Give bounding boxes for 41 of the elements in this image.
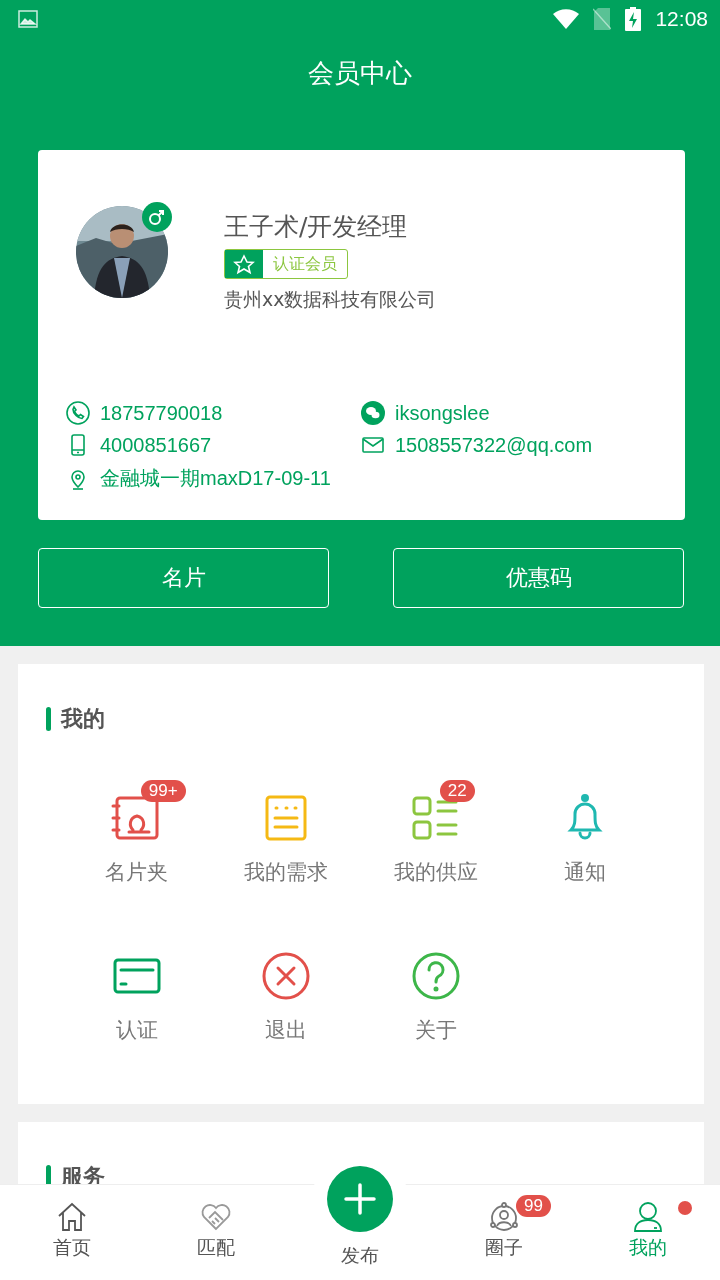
clock-time: 12:08 [655,7,708,31]
contact-text: 4000851667 [100,433,212,457]
contact-text: iksongslee [395,401,490,425]
handshake-icon [200,1201,232,1233]
wechat-icon [361,401,385,425]
section-marker [46,707,51,731]
tab-label[interactable]: 匹配 [197,1235,235,1261]
phone-icon [66,401,90,425]
action-button[interactable]: 名片 [38,548,329,608]
home-icon [56,1201,88,1233]
menu-item-label[interactable]: 我的需求 [244,858,329,886]
wifi-icon [553,9,580,29]
no-sim-icon [593,8,612,30]
male-symbol-icon [142,202,172,232]
action-button[interactable]: 优惠码 [393,548,684,608]
menu-item-label[interactable]: 通知 [564,858,607,886]
tab-label[interactable]: 发布 [341,1243,379,1269]
tab-label[interactable]: 我的 [629,1235,667,1261]
battery-charging-icon [625,7,642,31]
company-name: 贵州xx数据科技有限公司 [224,287,437,312]
menu-item-label[interactable]: 认证 [115,1016,158,1044]
menu-item-label[interactable]: 我的供应 [393,858,478,886]
image-icon [18,10,38,28]
people-circle-icon [488,1201,520,1233]
section-title: 我的 [61,705,105,733]
member-badge: 认证会员 [224,249,348,279]
count-badge: 99+ [140,780,186,802]
tab-label[interactable]: 圈子 [485,1235,523,1261]
page-title: 会员中心 [307,57,413,90]
member-name: 王子术/开发经理 [224,211,409,243]
menu-item-label[interactable]: 退出 [265,1016,308,1044]
count-badge: 99 [516,1195,551,1217]
menu-item-label[interactable]: 名片夹 [105,858,169,886]
contact-text: 1508557322@qq.com [395,433,593,457]
user-icon [632,1201,664,1233]
count-badge: 22 [439,780,475,802]
plus-icon [344,1183,376,1215]
contact-text: 18757790018 [100,401,223,425]
menu-item-label[interactable]: 关于 [414,1016,457,1044]
tab-label[interactable]: 首页 [53,1235,91,1261]
contact-text: 金融城一期maxD17-09-11 [100,466,331,491]
